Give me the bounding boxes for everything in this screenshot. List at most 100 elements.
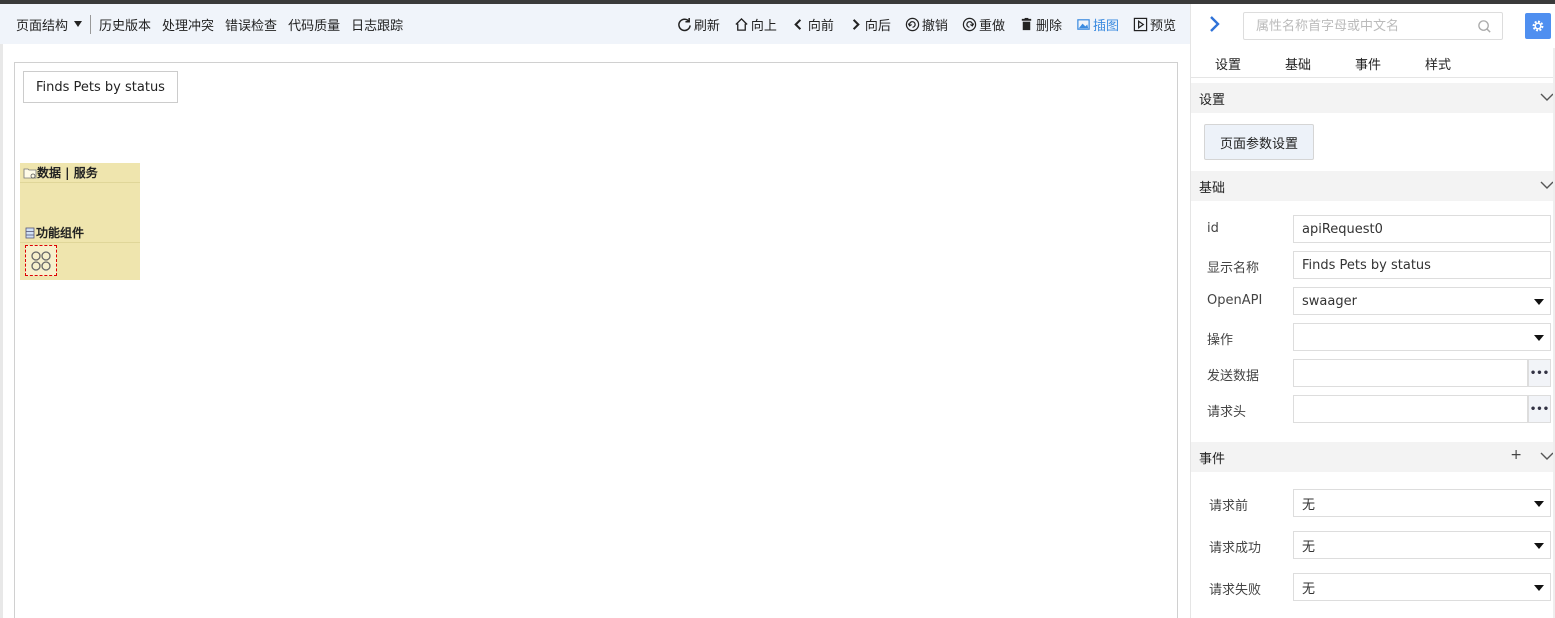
events-section-header[interactable]: 事件 + <box>1191 442 1555 472</box>
data-service-header: 数据 | 服务 <box>20 163 140 183</box>
function-components-title: 功能组件 <box>36 226 85 240</box>
api-request-component[interactable] <box>25 245 57 276</box>
before-request-select[interactable]: 无 <box>1293 489 1551 517</box>
refresh-label: 刷新 <box>693 18 720 34</box>
error-check-link[interactable]: 错误检查 <box>225 15 277 34</box>
request-success-label: 请求成功 <box>1209 541 1262 556</box>
left-edge-strip <box>0 44 3 618</box>
settings-gear-button[interactable] <box>1525 13 1551 39</box>
before-request-row: 请求前 无 <box>1191 489 1555 517</box>
component-panel: 数据 | 服务 功能组件 <box>20 163 140 280</box>
redo-icon <box>962 17 977 31</box>
collapse-chevron-icon[interactable] <box>1207 15 1221 33</box>
chevron-down-icon <box>1540 452 1554 460</box>
id-input[interactable]: apiRequest0 <box>1293 215 1551 243</box>
openapi-field-row: OpenAPI swaager <box>1191 287 1555 315</box>
log-trace-link[interactable]: 日志跟踪 <box>351 15 403 34</box>
tab-settings[interactable]: 设置 <box>1193 54 1263 77</box>
caret-down-icon <box>74 21 83 27</box>
request-header-input[interactable] <box>1293 395 1528 423</box>
send-data-field-row: 发送数据 ••• <box>1191 359 1555 387</box>
page-params-button[interactable]: 页面参数设置 <box>1204 124 1314 160</box>
chevron-down-icon <box>1540 181 1554 189</box>
page-structure-label: 页面结构 <box>16 18 69 34</box>
next-button[interactable]: 向后 <box>848 15 891 34</box>
operation-label: 操作 <box>1207 333 1234 348</box>
tab-basic[interactable]: 基础 <box>1263 54 1333 77</box>
basic-section-header[interactable]: 基础 <box>1191 171 1555 201</box>
resolve-conflict-link[interactable]: 处理冲突 <box>162 15 214 34</box>
request-success-value: 无 <box>1302 539 1316 555</box>
request-fail-row: 请求失败 无 <box>1191 573 1555 601</box>
caret-down-icon <box>1534 543 1544 549</box>
openapi-select[interactable]: swaager <box>1293 287 1551 315</box>
properties-header <box>1191 4 1555 48</box>
settings-section-header[interactable]: 设置 <box>1191 83 1555 113</box>
refresh-button[interactable]: 刷新 <box>677 15 720 34</box>
redo-button[interactable]: 重做 <box>962 15 1005 34</box>
request-fail-select[interactable]: 无 <box>1293 573 1551 601</box>
caret-down-icon <box>1534 299 1544 305</box>
function-components-header: 功能组件 <box>20 223 140 243</box>
openapi-label: OpenAPI <box>1207 293 1263 308</box>
settings-section-title: 设置 <box>1199 92 1226 108</box>
caret-down-icon <box>1534 585 1544 591</box>
api-request-icon <box>31 250 51 271</box>
trash-icon <box>1021 17 1032 30</box>
basic-section-title: 基础 <box>1199 180 1226 196</box>
data-service-title: 数据 | 服务 <box>37 166 98 180</box>
code-quality-link[interactable]: 代码质量 <box>288 15 340 34</box>
folder-icon <box>23 168 37 178</box>
request-header-more-button[interactable]: ••• <box>1528 395 1551 423</box>
tab-events[interactable]: 事件 <box>1333 54 1403 77</box>
undo-icon <box>905 17 920 31</box>
image-icon <box>1077 18 1090 30</box>
property-search-box <box>1243 12 1503 40</box>
property-search-input[interactable] <box>1244 13 1469 39</box>
gear-icon <box>1532 20 1544 32</box>
send-data-more-button[interactable]: ••• <box>1528 359 1551 387</box>
id-label: id <box>1207 221 1219 236</box>
before-request-label: 请求前 <box>1209 499 1249 514</box>
request-header-label: 请求头 <box>1207 405 1247 420</box>
preview-button[interactable]: 预览 <box>1133 15 1176 34</box>
database-icon <box>25 227 35 238</box>
operation-select[interactable] <box>1293 323 1551 351</box>
up-button[interactable]: 向上 <box>734 15 777 34</box>
property-tabs: 设置 基础 事件 样式 <box>1191 54 1555 78</box>
properties-panel: 设置 基础 事件 样式 设置 页面参数设置 基础 id apiRequest0 … <box>1190 4 1555 618</box>
chevron-left-icon <box>794 18 801 30</box>
request-fail-value: 无 <box>1302 581 1316 597</box>
display-name-input[interactable]: Finds Pets by status <box>1293 251 1551 279</box>
openapi-select-value: swaager <box>1302 293 1357 309</box>
id-field-row: id apiRequest0 <box>1191 215 1555 243</box>
chevron-down-icon <box>1540 93 1554 101</box>
undo-button[interactable]: 撤销 <box>905 15 948 34</box>
operation-field-row: 操作 <box>1191 323 1555 351</box>
insert-image-button[interactable]: 插图 <box>1076 15 1119 34</box>
delete-label: 删除 <box>1035 18 1062 34</box>
send-data-label: 发送数据 <box>1207 369 1260 384</box>
home-icon <box>735 17 748 31</box>
display-name-field-row: 显示名称 Finds Pets by status <box>1191 251 1555 279</box>
design-canvas[interactable]: Finds Pets by status <box>14 62 1178 618</box>
caret-down-icon <box>1534 335 1544 341</box>
prev-label: 向前 <box>807 18 834 34</box>
next-label: 向后 <box>864 18 891 34</box>
finds-pets-button[interactable]: Finds Pets by status <box>23 71 178 103</box>
history-version-link[interactable]: 历史版本 <box>99 15 151 34</box>
up-label: 向上 <box>750 18 777 34</box>
delete-button[interactable]: 删除 <box>1019 15 1062 34</box>
tab-style[interactable]: 样式 <box>1403 54 1473 77</box>
redo-label: 重做 <box>978 18 1005 34</box>
prev-button[interactable]: 向前 <box>791 15 834 34</box>
refresh-icon <box>678 17 691 31</box>
send-data-input[interactable] <box>1293 359 1528 387</box>
preview-label: 预览 <box>1149 18 1176 34</box>
request-success-select[interactable]: 无 <box>1293 531 1551 559</box>
add-event-icon[interactable]: + <box>1510 447 1522 463</box>
search-icon[interactable] <box>1477 19 1492 34</box>
play-icon <box>1133 17 1148 31</box>
display-name-label: 显示名称 <box>1207 261 1260 276</box>
page-structure-dropdown[interactable]: 页面结构 <box>16 14 92 34</box>
